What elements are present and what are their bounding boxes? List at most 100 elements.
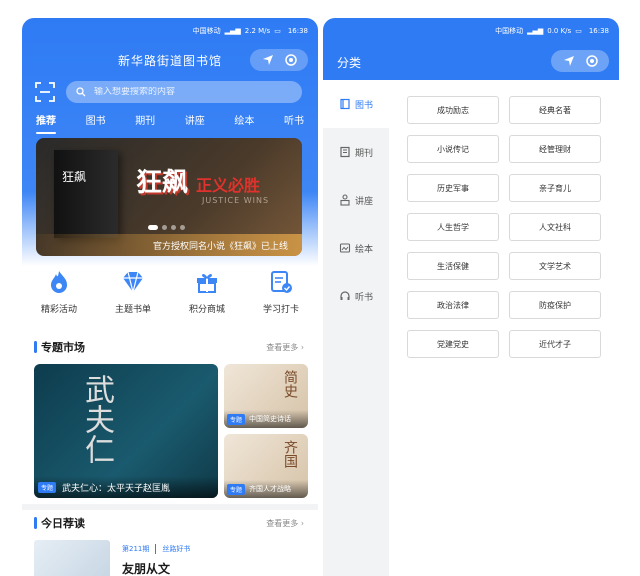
sidebar-item-journals[interactable]: 期刊 <box>323 128 389 176</box>
flame-icon <box>51 271 67 293</box>
daily-book-item[interactable]: 第211期 丝路好书 友朋从文 <box>34 540 306 576</box>
category-button[interactable]: 文学艺术 <box>509 252 601 280</box>
tab-books[interactable]: 图书 <box>82 110 110 132</box>
quick-link-label: 积分商城 <box>188 305 225 315</box>
sidebar-item-books[interactable]: 图书 <box>323 80 389 128</box>
category-tabs: 推荐 图书 期刊 讲座 绘本 听书 <box>32 110 308 134</box>
diamond-icon <box>123 271 143 293</box>
signal-icon: ▂▄▆ <box>224 27 241 35</box>
sidebar-item-label: 绘本 <box>354 244 373 255</box>
category-button[interactable]: 历史军事 <box>407 174 499 202</box>
topic-card-small-1[interactable]: 简史 专题 中国简史诗话 <box>224 364 308 428</box>
search-box[interactable] <box>66 81 302 103</box>
category-button[interactable]: 政治法律 <box>407 291 499 319</box>
banner-headline: 狂飙 <box>136 168 189 198</box>
book-icon <box>340 98 350 110</box>
quick-link-label: 精彩活动 <box>40 305 77 315</box>
search-row <box>34 80 302 104</box>
quick-link-activities[interactable]: 精彩活动 <box>24 268 94 338</box>
column-name: 丝路好书 <box>155 544 190 554</box>
quick-link-label: 学习打卡 <box>262 305 299 315</box>
carrier-label: 中国移动 <box>192 27 221 35</box>
network-speed: 2.2 M/s <box>244 27 271 35</box>
journal-icon <box>340 146 350 158</box>
section-divider <box>22 504 318 510</box>
tab-picture-books[interactable]: 绘本 <box>230 110 258 132</box>
sidebar-item-label: 期刊 <box>354 148 373 159</box>
section-title: 专题市场 <box>34 339 85 355</box>
close-icon[interactable] <box>585 55 598 67</box>
category-button[interactable]: 成功励志 <box>407 96 499 124</box>
status-bar: 中国移动 ▂▄▆ 2.2 M/s ▭ 16:38 <box>22 18 318 44</box>
category-grid: 成功励志 经典名著 小说传记 经管理财 历史军事 亲子育儿 人生哲学 人文社科 … <box>407 96 601 358</box>
quick-links: 精彩活动 主题书单 积分商城 学习打卡 <box>22 268 318 338</box>
category-button[interactable]: 近代才子 <box>509 330 601 358</box>
podium-icon <box>340 194 350 206</box>
category-button[interactable]: 人文社科 <box>509 213 601 241</box>
scan-icon[interactable] <box>34 81 56 103</box>
sidebar-item-lectures[interactable]: 讲座 <box>323 176 389 224</box>
headphones-icon <box>340 291 350 300</box>
home-screen: 中国移动 ▂▄▆ 2.2 M/s ▭ 16:38 新华路街道图书馆 推 <box>22 18 318 576</box>
banner-caption: 官方授权同名小说《狂飙》已上线 <box>36 234 302 256</box>
issue-number: 第211期 <box>122 545 150 553</box>
location-arrow-icon[interactable] <box>262 54 274 66</box>
daily-book-cover <box>34 540 110 576</box>
topic-tag: 专题 <box>227 413 246 425</box>
daily-book-title: 友朋从文 <box>122 562 171 576</box>
category-button[interactable]: 经典名著 <box>509 96 601 124</box>
tab-recommend[interactable]: 推荐 <box>32 110 60 134</box>
carousel-dots <box>148 225 185 230</box>
section-title: 今日荐读 <box>34 515 85 531</box>
search-input[interactable] <box>94 87 274 97</box>
sidebar-item-label: 图书 <box>354 100 373 111</box>
sidebar-item-audiobooks[interactable]: 听书 <box>323 272 389 320</box>
tab-journals[interactable]: 期刊 <box>131 110 159 132</box>
sidebar-item-label: 听书 <box>354 292 373 303</box>
clock: 16:38 <box>287 27 308 35</box>
mini-program-capsule <box>250 49 308 71</box>
topic-card-small-2[interactable]: 齐国 专题 齐国人才战略 <box>224 434 308 498</box>
page-title: 分类 <box>337 56 362 70</box>
topic-card-main[interactable]: 武夫仁 专题 武夫仁心：太平天子赵匡胤 <box>34 364 218 498</box>
topic-art-text: 齐国 <box>282 440 298 468</box>
category-screen: 中国移动 ▂▄▆ 0.0 K/s ▭ 16:38 分类 图书 期刊 讲座 绘本 … <box>323 18 619 576</box>
banner-book-title: 狂飙 <box>62 170 87 184</box>
close-icon[interactable] <box>284 54 297 66</box>
signal-icon: ▂▄▆ <box>527 27 544 35</box>
topic-caption: 齐国人才战略 <box>249 485 292 493</box>
category-header: 中国移动 ▂▄▆ 0.0 K/s ▭ 16:38 分类 <box>323 18 619 80</box>
carrier-label: 中国移动 <box>495 27 524 35</box>
category-button[interactable]: 小说传记 <box>407 135 499 163</box>
category-button[interactable]: 防疫保护 <box>509 291 601 319</box>
title-bar: 新华路街道图书馆 <box>22 44 318 76</box>
topic-section-header: 专题市场 查看更多 › <box>34 338 304 356</box>
see-more-label: 查看更多 <box>266 342 299 352</box>
sidebar-item-label: 讲座 <box>354 196 373 207</box>
tab-audiobooks[interactable]: 听书 <box>280 110 308 132</box>
sidebar-item-picture-books[interactable]: 绘本 <box>323 224 389 272</box>
screenshot-stage: 中国移动 ▂▄▆ 2.2 M/s ▭ 16:38 新华路街道图书馆 推 <box>0 0 640 576</box>
quick-link-points-mall[interactable]: 积分商城 <box>172 268 242 338</box>
see-more-link[interactable]: 查看更多 › <box>266 342 304 353</box>
daily-book-issue: 第211期 丝路好书 <box>122 544 190 554</box>
see-more-link[interactable]: 查看更多 › <box>266 518 304 529</box>
category-button[interactable]: 人生哲学 <box>407 213 499 241</box>
category-button[interactable]: 生活保健 <box>407 252 499 280</box>
quick-link-label: 主题书单 <box>114 305 151 315</box>
topic-caption: 武夫仁心：太平天子赵匡胤 <box>62 483 171 494</box>
tab-lectures[interactable]: 讲座 <box>181 110 209 132</box>
category-button[interactable]: 亲子育儿 <box>509 174 601 202</box>
topic-tag: 专题 <box>38 481 57 493</box>
location-arrow-icon[interactable] <box>563 55 575 67</box>
category-button[interactable]: 党建党史 <box>407 330 499 358</box>
quick-link-checkin[interactable]: 学习打卡 <box>246 268 316 338</box>
topic-art-text: 武夫仁 <box>79 374 114 464</box>
category-button[interactable]: 经管理财 <box>509 135 601 163</box>
topic-caption-bar: 专题 中国简史诗话 <box>224 410 308 428</box>
quick-link-booklists[interactable]: 主题书单 <box>98 268 168 338</box>
banner-sub-text: JUSTICE WINS <box>202 196 270 205</box>
search-icon <box>76 87 86 97</box>
topic-tag: 专题 <box>227 483 246 495</box>
promo-banner[interactable]: 狂飙 狂飙 正义必胜 JUSTICE WINS 官方授权同名小说《狂飙》已上线 <box>36 138 302 256</box>
